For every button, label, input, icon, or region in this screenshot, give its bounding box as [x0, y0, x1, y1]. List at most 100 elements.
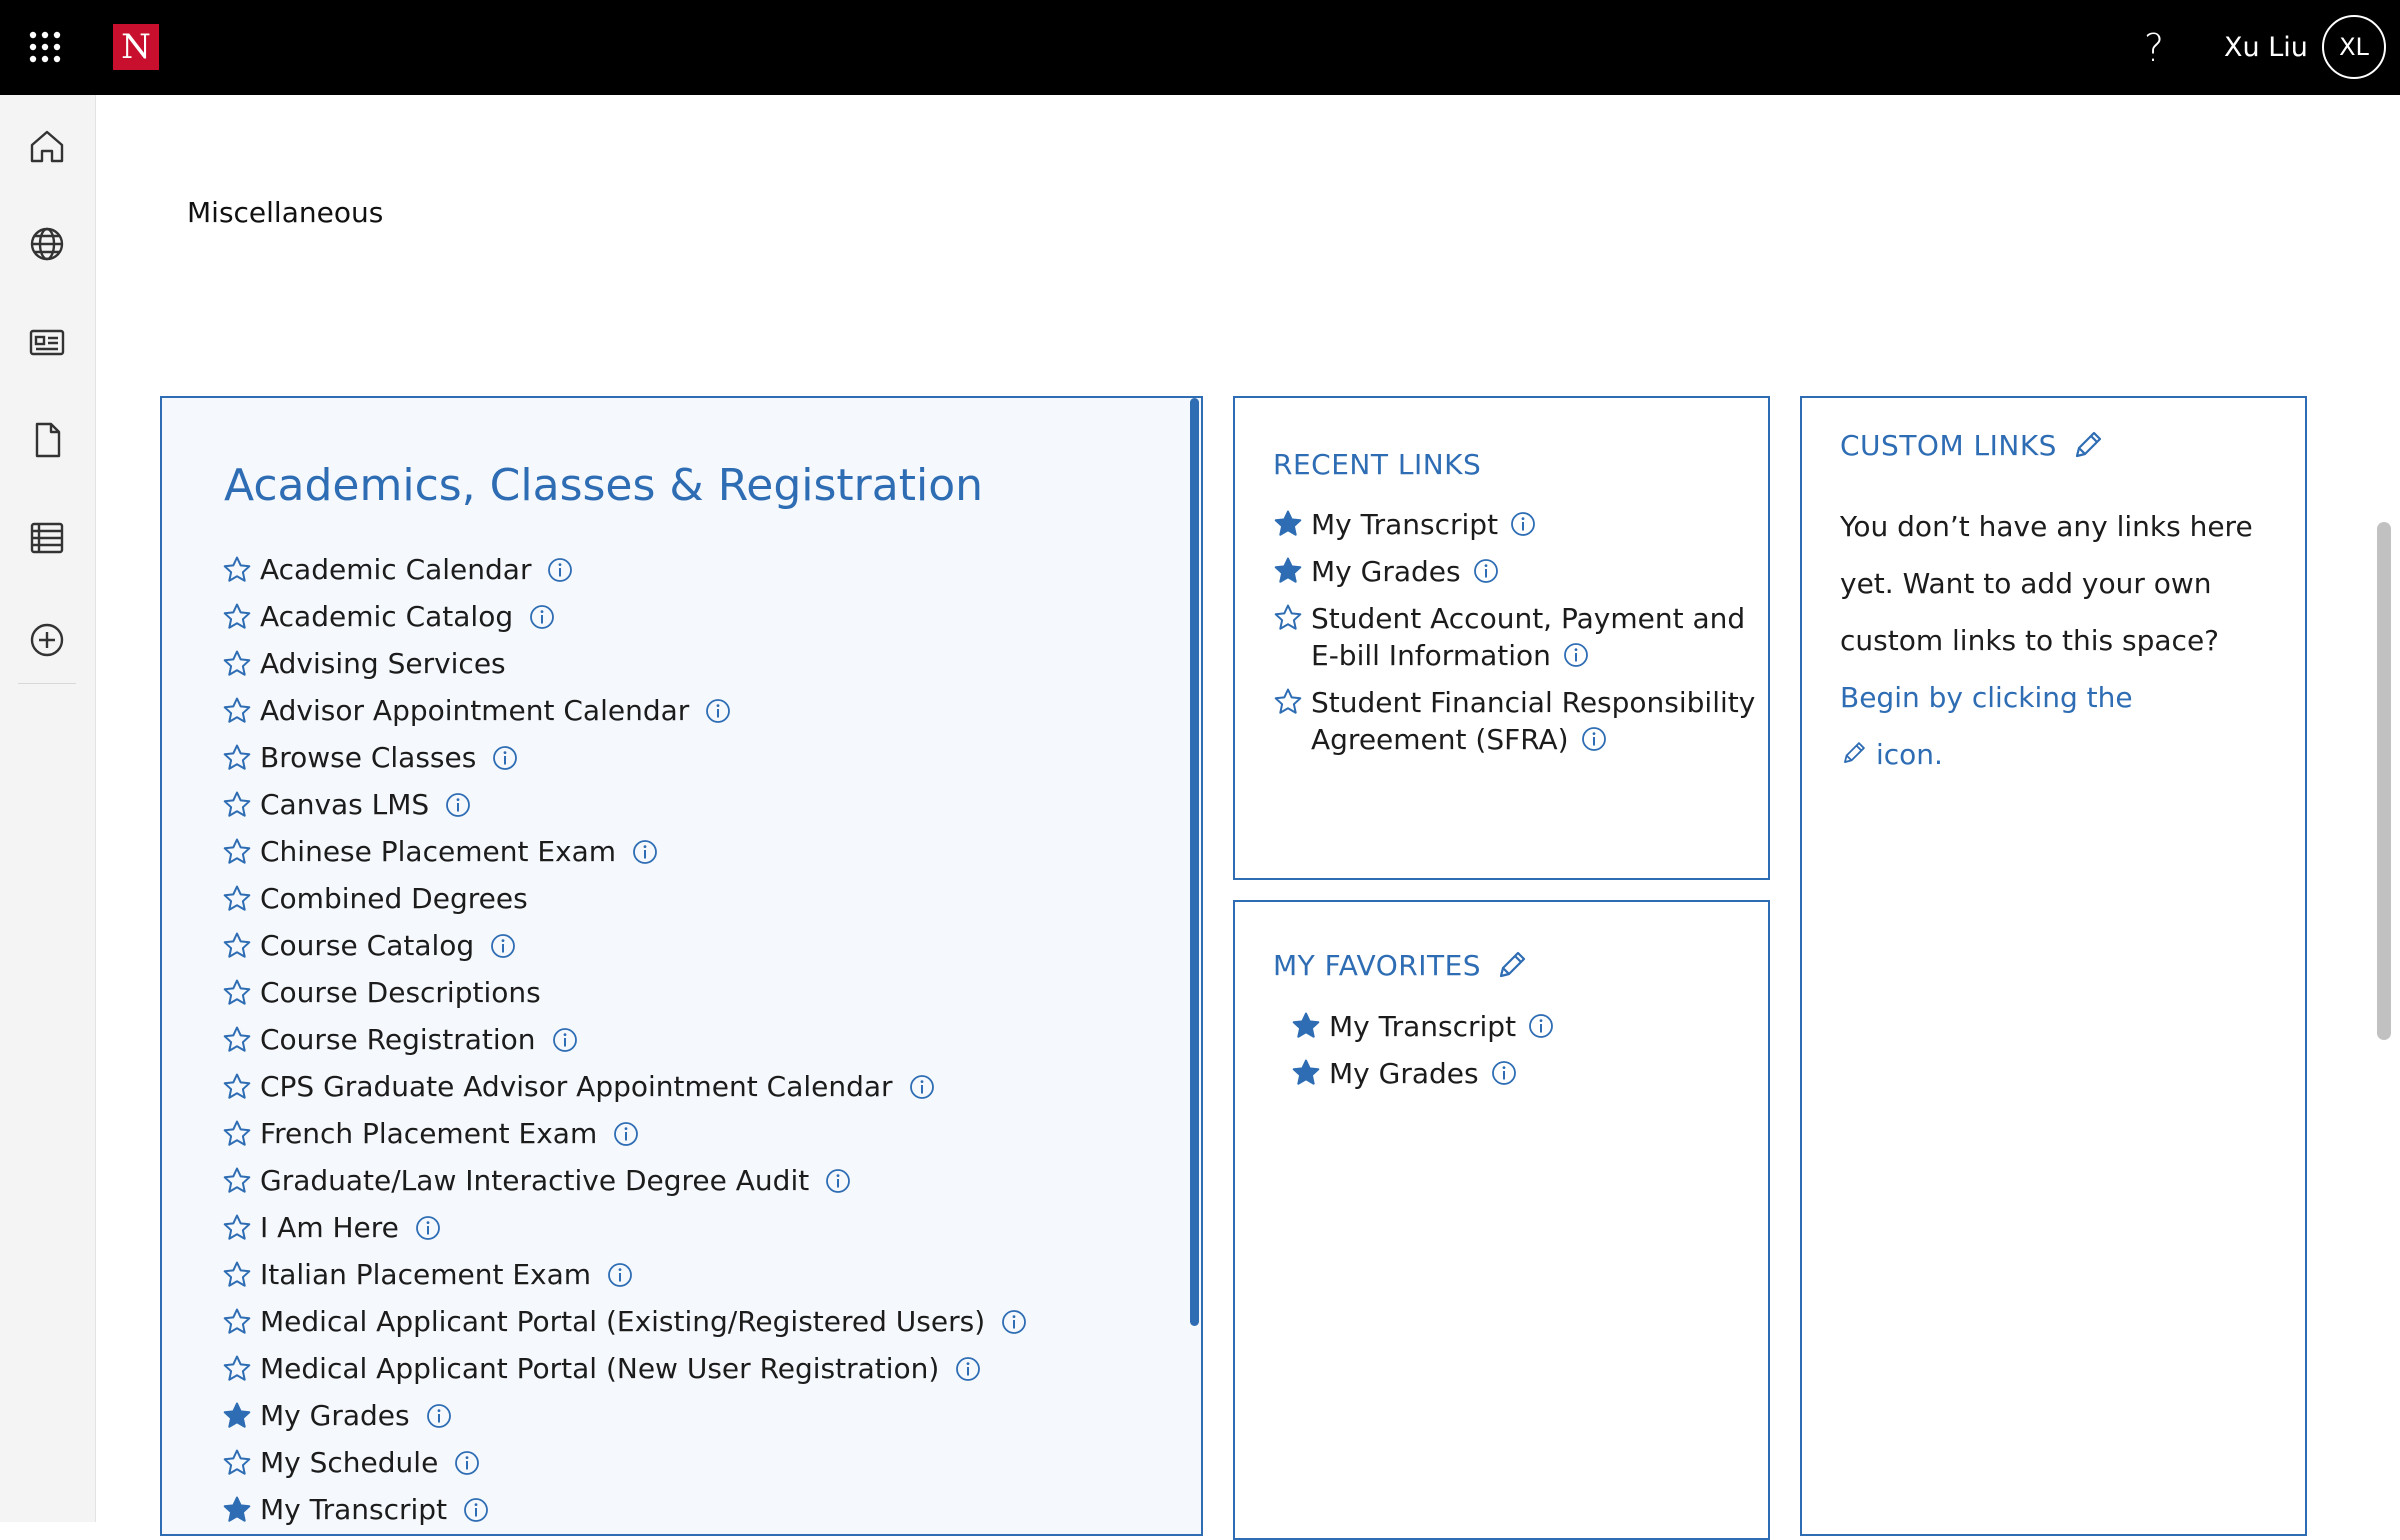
link-label[interactable]: Graduate/Law Interactive Degree Audit — [260, 1164, 809, 1197]
info-icon[interactable] — [1581, 726, 1607, 752]
link-label[interactable]: My Schedule — [260, 1446, 438, 1479]
link-label[interactable]: My Transcript — [1329, 1010, 1516, 1043]
edit-pencil-icon[interactable] — [1495, 948, 1529, 982]
link-label[interactable]: Course Registration — [260, 1023, 536, 1056]
document-icon[interactable] — [26, 419, 68, 461]
academics-scrollbar[interactable] — [1190, 398, 1199, 1326]
star-outline-icon[interactable] — [222, 1213, 252, 1243]
info-icon[interactable] — [1001, 1309, 1027, 1335]
info-icon[interactable] — [1473, 558, 1499, 584]
info-icon[interactable] — [463, 1497, 489, 1523]
home-icon[interactable] — [26, 125, 68, 167]
info-icon[interactable] — [955, 1356, 981, 1382]
link-label[interactable]: Advisor Appointment Calendar — [260, 694, 689, 727]
star-outline-icon[interactable] — [222, 1260, 252, 1290]
link-label[interactable]: Chinese Placement Exam — [260, 835, 616, 868]
star-outline-icon[interactable] — [222, 978, 252, 1008]
link-label[interactable]: Advising Services — [260, 647, 506, 680]
link-label[interactable]: CPS Graduate Advisor Appointment Calenda… — [260, 1070, 893, 1103]
begin-custom-links-link[interactable]: Begin by clicking the icon. — [1840, 681, 2133, 771]
star-outline-icon[interactable] — [222, 790, 252, 820]
star-outline-icon[interactable] — [222, 602, 252, 632]
list-item: French Placement Exam — [222, 1110, 1027, 1157]
table-icon[interactable] — [26, 517, 68, 559]
link-label[interactable]: Italian Placement Exam — [260, 1258, 591, 1291]
star-outline-icon[interactable] — [222, 743, 252, 773]
star-outline-icon[interactable] — [222, 1448, 252, 1478]
avatar[interactable]: XL — [2322, 15, 2386, 79]
info-icon[interactable] — [1563, 642, 1589, 668]
info-icon[interactable] — [909, 1074, 935, 1100]
link-label[interactable]: Student Account, Payment and E-bill Info… — [1311, 602, 1745, 672]
star-outline-icon[interactable] — [1273, 687, 1303, 717]
link-label[interactable]: Browse Classes — [260, 741, 476, 774]
info-icon[interactable] — [705, 698, 731, 724]
star-outline-icon[interactable] — [222, 1025, 252, 1055]
list-item: Browse Classes — [222, 734, 1027, 781]
info-icon[interactable] — [632, 839, 658, 865]
info-icon[interactable] — [492, 745, 518, 771]
star-outline-icon[interactable] — [222, 555, 252, 585]
info-icon[interactable] — [445, 792, 471, 818]
info-icon[interactable] — [1510, 511, 1536, 537]
university-logo[interactable]: N — [113, 24, 159, 70]
user-name[interactable]: Xu Liu — [2224, 30, 2308, 66]
info-icon[interactable] — [415, 1215, 441, 1241]
link-label[interactable]: Academic Catalog — [260, 600, 513, 633]
star-filled-icon[interactable] — [1291, 1058, 1321, 1088]
star-outline-icon[interactable] — [222, 837, 252, 867]
link-label[interactable]: Academic Calendar — [260, 553, 531, 586]
info-icon[interactable] — [547, 557, 573, 583]
info-icon[interactable] — [825, 1168, 851, 1194]
star-outline-icon[interactable] — [222, 1072, 252, 1102]
info-icon[interactable] — [552, 1027, 578, 1053]
link-label[interactable]: My Grades — [260, 1399, 410, 1432]
star-outline-icon[interactable] — [222, 884, 252, 914]
list-item: Academic Calendar — [222, 546, 1027, 593]
help-icon[interactable]: ? — [2134, 26, 2174, 70]
star-outline-icon[interactable] — [222, 1166, 252, 1196]
star-outline-icon[interactable] — [222, 1354, 252, 1384]
info-icon[interactable] — [613, 1121, 639, 1147]
info-icon[interactable] — [1528, 1013, 1554, 1039]
star-filled-icon[interactable] — [1273, 556, 1303, 586]
globe-icon[interactable] — [26, 223, 68, 265]
link-label[interactable]: Course Descriptions — [260, 976, 541, 1009]
link-label[interactable]: French Placement Exam — [260, 1117, 597, 1150]
page-scrollbar[interactable] — [2370, 185, 2400, 1522]
add-circle-icon[interactable] — [26, 619, 68, 661]
edit-pencil-icon[interactable] — [2071, 428, 2105, 462]
info-icon[interactable] — [426, 1403, 452, 1429]
link-label[interactable]: I Am Here — [260, 1211, 399, 1244]
apps-grid-icon[interactable] — [28, 30, 62, 64]
info-icon[interactable] — [454, 1450, 480, 1476]
star-outline-icon[interactable] — [222, 931, 252, 961]
star-outline-icon[interactable] — [222, 1119, 252, 1149]
info-icon[interactable] — [1491, 1060, 1517, 1086]
link-label[interactable]: Student Financial Responsibility Agreeme… — [1311, 686, 1755, 756]
link-label[interactable]: Course Catalog — [260, 929, 474, 962]
star-outline-icon[interactable] — [222, 696, 252, 726]
link-label[interactable]: My Grades — [1311, 555, 1461, 588]
star-filled-icon[interactable] — [222, 1495, 252, 1525]
link-label[interactable]: My Grades — [1329, 1057, 1479, 1090]
cta-text: Begin by clicking the — [1840, 681, 2133, 714]
link-label[interactable]: My Transcript — [260, 1493, 447, 1526]
star-filled-icon[interactable] — [1291, 1011, 1321, 1041]
star-outline-icon[interactable] — [222, 649, 252, 679]
star-outline-icon[interactable] — [1273, 603, 1303, 633]
star-filled-icon[interactable] — [1273, 509, 1303, 539]
star-filled-icon[interactable] — [222, 1401, 252, 1431]
link-text: My Transcript — [1329, 1008, 1554, 1045]
link-label[interactable]: Combined Degrees — [260, 882, 528, 915]
link-label[interactable]: Medical Applicant Portal (New User Regis… — [260, 1352, 939, 1385]
star-outline-icon[interactable] — [222, 1307, 252, 1337]
info-icon[interactable] — [490, 933, 516, 959]
link-label[interactable]: My Transcript — [1311, 508, 1498, 541]
link-label[interactable]: Canvas LMS — [260, 788, 429, 821]
info-icon[interactable] — [607, 1262, 633, 1288]
link-label[interactable]: Medical Applicant Portal (Existing/Regis… — [260, 1305, 985, 1338]
info-icon[interactable] — [529, 604, 555, 630]
news-icon[interactable] — [26, 321, 68, 363]
page-scrollbar-thumb[interactable] — [2377, 522, 2391, 1040]
